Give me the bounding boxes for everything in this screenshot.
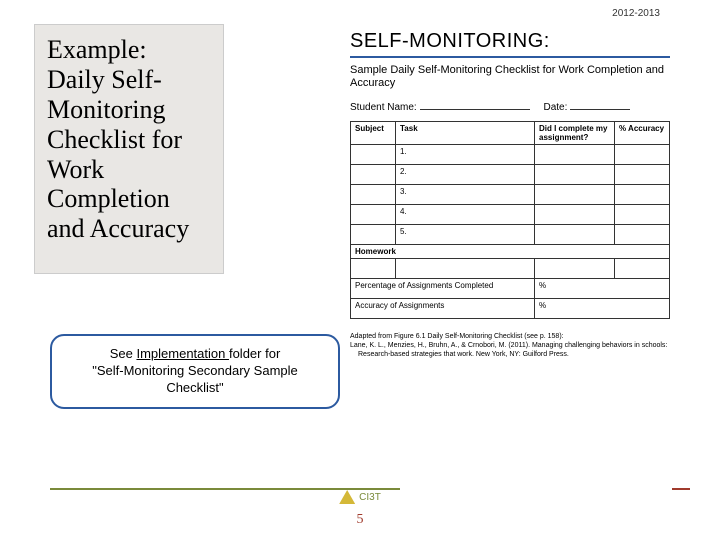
- adapted-line2: Lane, K. L., Menzies, H., Bruhn, A., & C…: [350, 342, 667, 349]
- summary-completed-label: Percentage of Assignments Completed: [351, 279, 535, 299]
- student-label: Student Name:: [350, 102, 417, 113]
- row-num: 4.: [396, 205, 535, 225]
- col-did: Did I complete my assignment?: [535, 122, 615, 145]
- header-date: 2012-2013: [612, 8, 660, 19]
- summary-unit: %: [535, 279, 670, 299]
- note-quoted: "Self-Monitoring Secondary Sample Checkl…: [92, 363, 298, 395]
- doc-heading: SELF-MONITORING:: [350, 30, 670, 53]
- page-number: 5: [357, 512, 364, 528]
- col-subject: Subject: [351, 122, 396, 145]
- homework-row: Homework: [351, 245, 670, 259]
- checklist-table: Subject Task Did I complete my assignmen…: [350, 121, 670, 319]
- triangle-icon: [339, 490, 355, 504]
- doc-heading-rule: [350, 56, 670, 58]
- row-num: 5.: [396, 225, 535, 245]
- example-body: Daily Self-Monitoring Checklist for Work…: [47, 65, 211, 244]
- table-row: 3.: [351, 185, 670, 205]
- table-row: 2.: [351, 165, 670, 185]
- table-header-row: Subject Task Did I complete my assignmen…: [351, 122, 670, 145]
- student-line: [420, 100, 530, 110]
- checklist-document: SELF-MONITORING: Sample Daily Self-Monit…: [350, 30, 670, 360]
- summary-completed-row: Percentage of Assignments Completed %: [351, 279, 670, 299]
- note-mid: folder for: [229, 346, 280, 361]
- summary-unit: %: [535, 299, 670, 319]
- row-num: 3.: [396, 185, 535, 205]
- adapted-line1: Adapted from Figure 6.1 Daily Self-Monit…: [350, 333, 564, 340]
- col-accuracy: % Accuracy: [615, 122, 670, 145]
- footer-rule-right: [672, 488, 690, 490]
- adapted-line3: Research-based strategies that work. New…: [350, 351, 670, 360]
- doc-subtitle: Sample Daily Self-Monitoring Checklist f…: [350, 64, 670, 90]
- note-prefix: See: [110, 346, 137, 361]
- date-label: Date:: [544, 102, 568, 113]
- field-row: Student Name: Date:: [350, 100, 670, 113]
- slide-root: 2012-2013 Example: Daily Self-Monitoring…: [0, 0, 720, 540]
- footer-logo-text: CI3T: [359, 492, 381, 503]
- date-line: [570, 100, 630, 110]
- example-label: Example:: [47, 35, 211, 65]
- row-num: 1.: [396, 145, 535, 165]
- implementation-note: See Implementation folder for "Self-Moni…: [50, 334, 340, 409]
- note-underlined: Implementation: [136, 346, 229, 361]
- adapted-from: Adapted from Figure 6.1 Daily Self-Monit…: [350, 333, 670, 359]
- table-row: 5.: [351, 225, 670, 245]
- example-title-box: Example: Daily Self-Monitoring Checklist…: [34, 24, 224, 274]
- footer-logo: CI3T: [339, 490, 381, 504]
- summary-accuracy-row: Accuracy of Assignments %: [351, 299, 670, 319]
- table-row: 1.: [351, 145, 670, 165]
- row-num: 2.: [396, 165, 535, 185]
- summary-accuracy-label: Accuracy of Assignments: [351, 299, 535, 319]
- col-task: Task: [396, 122, 535, 145]
- table-row: [351, 259, 670, 279]
- table-row: 4.: [351, 205, 670, 225]
